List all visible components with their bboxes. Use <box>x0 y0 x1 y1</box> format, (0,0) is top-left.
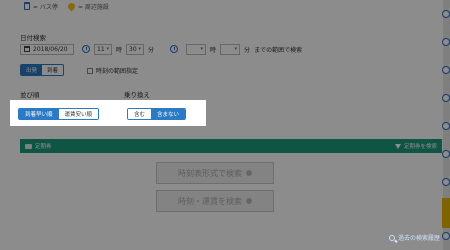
sort-toggle: 到着早い順 運賃安い順 <box>18 108 100 120</box>
sort-option-earliest[interactable]: 到着早い順 <box>19 109 59 119</box>
search-history-link[interactable]: 過去の検索履歴 <box>388 233 440 242</box>
transfer-option-exclude[interactable]: 含まない <box>151 109 186 119</box>
transfer-toggle: 含む 含まない <box>127 108 187 120</box>
sort-option-cheapest[interactable]: 運賃安い順 <box>58 109 99 119</box>
search-history-label: 過去の検索履歴 <box>397 235 440 242</box>
transfer-option-include[interactable]: 含む <box>128 109 152 119</box>
search-icon <box>388 234 395 241</box>
